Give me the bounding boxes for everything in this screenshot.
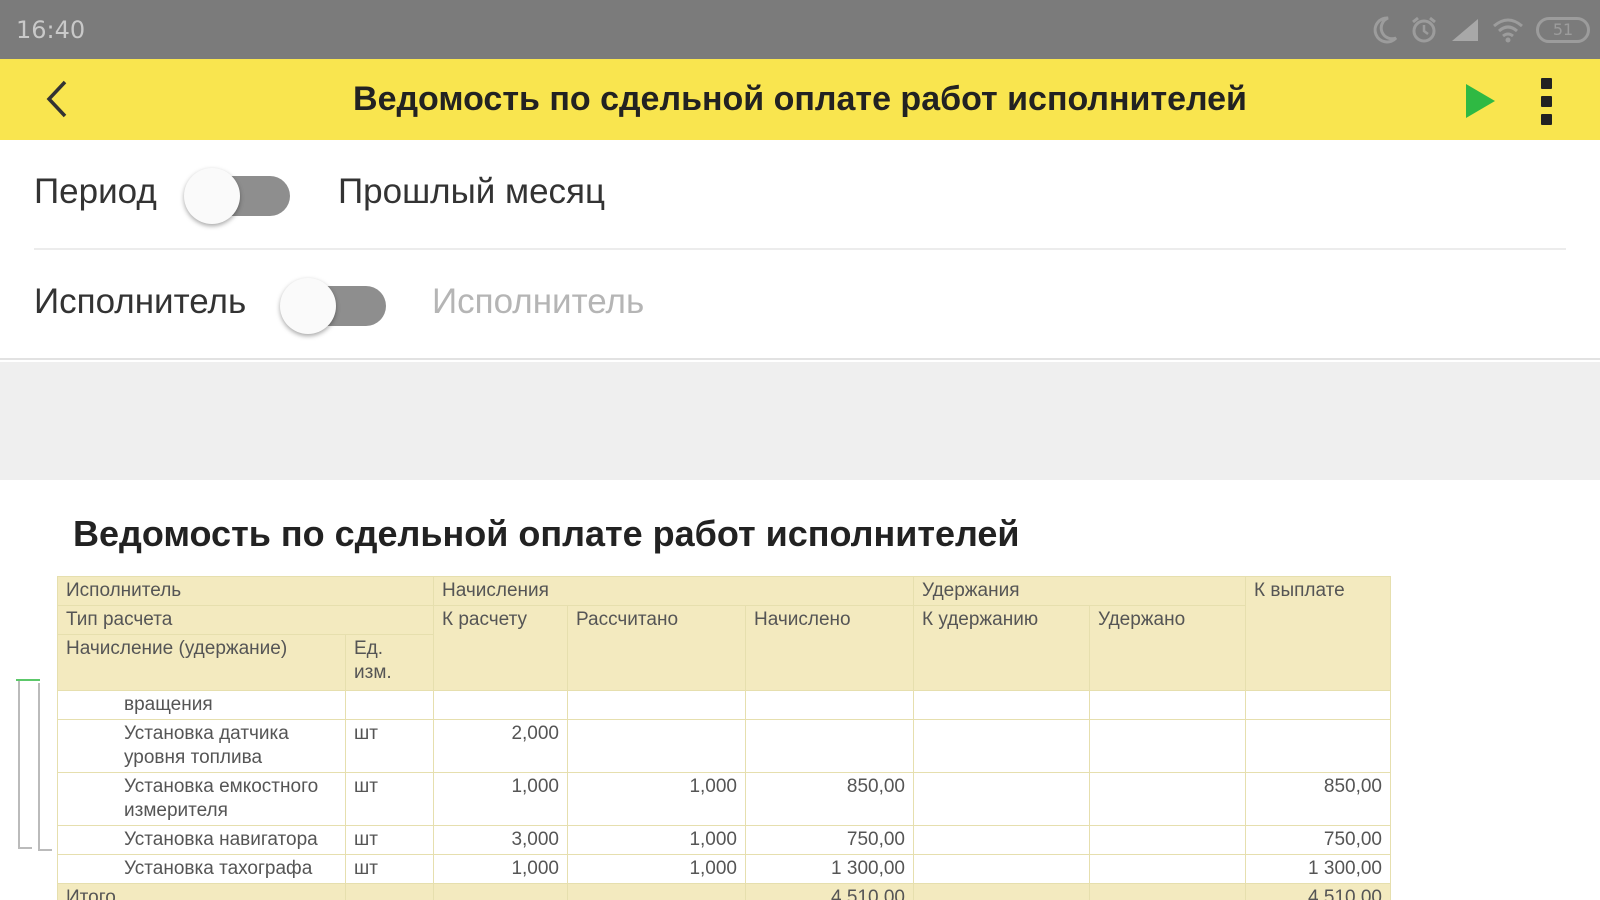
cell-calculated: [567, 690, 746, 720]
total-accrued: 4 510,00: [745, 883, 914, 900]
report-table: Исполнитель Начисления Удержания К выпла…: [57, 576, 1391, 900]
cell-name: Установка навигатора: [57, 825, 346, 855]
header-to-pay: К выплате: [1245, 576, 1391, 691]
cell-deducted: [1089, 719, 1246, 773]
signal-icon: [1450, 17, 1480, 43]
cell-deducted: [1089, 854, 1246, 884]
header-unit: Ед. изм.: [345, 634, 434, 691]
cell-to-pay: [1245, 690, 1391, 720]
cell-to-calc: [433, 690, 568, 720]
header-to-deduct: К удержанию: [913, 605, 1090, 691]
period-label: Период: [34, 172, 157, 211]
cell-name: Установка тахографа: [57, 854, 346, 884]
table-header-row: Исполнитель Начисления Удержания К выпла…: [57, 576, 1391, 691]
header-calculated: Рассчитано: [567, 605, 746, 691]
battery-icon: 51: [1536, 17, 1590, 43]
status-bar: 16:40 51: [0, 0, 1600, 59]
status-time: 16:40: [16, 16, 86, 44]
performer-label: Исполнитель: [34, 282, 247, 321]
cell-to-calc: 2,000: [433, 719, 568, 773]
total-label: Итого: [57, 883, 346, 900]
page-title: Ведомость по сдельной оплате работ испол…: [353, 80, 1247, 118]
report-output[interactable]: Ведомость по сдельной оплате работ испол…: [0, 480, 1600, 900]
table-row: Установка емкостного измерителя шт 1,000 1,…: [57, 772, 1391, 826]
cell-accrued: 850,00: [745, 772, 914, 826]
cell-calculated: 1,000: [567, 854, 746, 884]
more-vertical-icon: [1540, 77, 1552, 89]
back-button[interactable]: [30, 73, 86, 125]
cell-to-pay: 850,00: [1245, 772, 1391, 826]
app-bar: Ведомость по сдельной оплате работ испол…: [0, 59, 1600, 140]
cell-name: Установка датчика уровня топлива: [57, 719, 346, 773]
cell-unit: шт: [345, 772, 434, 826]
header-to-calc: К расчету: [433, 605, 568, 691]
cell-to-pay: 750,00: [1245, 825, 1391, 855]
cell-accrued: [745, 719, 914, 773]
table-row: Установка тахографа шт 1,000 1,000 1 300,00 1…: [57, 854, 1391, 884]
separator-area: [0, 362, 1600, 480]
header-calc-type: Тип расчета: [57, 605, 434, 635]
row-grouping-brackets[interactable]: [14, 679, 54, 859]
cell-to-deduct: [913, 772, 1090, 826]
alarm-icon: [1410, 16, 1438, 44]
table-row: вращения: [57, 690, 1391, 720]
cell-to-deduct: [913, 719, 1090, 773]
status-icons: 51: [1372, 14, 1590, 46]
moon-icon: [1372, 16, 1398, 44]
cell-to-deduct: [913, 825, 1090, 855]
period-value[interactable]: Прошлый месяц: [338, 172, 605, 212]
header-deductions: Удержания: [913, 576, 1246, 606]
cell-to-calc: 3,000: [433, 825, 568, 855]
cell-to-calc: 1,000: [433, 772, 568, 826]
cell-to-deduct: [913, 854, 1090, 884]
cell-to-deduct: [913, 690, 1090, 720]
cell-to-pay: [1245, 719, 1391, 773]
cell-unit: шт: [345, 854, 434, 884]
wifi-icon: [1492, 17, 1524, 43]
header-accrued: Начислено: [745, 605, 914, 691]
cell-accrued: [745, 690, 914, 720]
table-total-row: Итого 4 510,00 4 510,00: [57, 883, 1391, 900]
performer-filter-row: Исполнитель: [34, 250, 1566, 360]
header-accrual-deduction: Начисление (удержание): [57, 634, 346, 691]
cell-accrued: 1 300,00: [745, 854, 914, 884]
period-filter-row: Период Прошлый месяц: [34, 140, 1566, 250]
cell-to-calc: 1,000: [433, 854, 568, 884]
cell-accrued: 750,00: [745, 825, 914, 855]
cell-deducted: [1089, 690, 1246, 720]
cell-unit: [345, 690, 434, 720]
period-toggle[interactable]: [184, 168, 294, 224]
header-accruals: Начисления: [433, 576, 914, 606]
cell-deducted: [1089, 825, 1246, 855]
header-performer: Исполнитель: [57, 576, 434, 606]
more-menu-button[interactable]: [1528, 73, 1564, 129]
total-to-pay: 4 510,00: [1245, 883, 1391, 900]
cell-calculated: [567, 719, 746, 773]
run-report-button[interactable]: [1458, 79, 1502, 123]
cell-unit: шт: [345, 825, 434, 855]
report-title: Ведомость по сдельной оплате работ испол…: [73, 513, 1020, 554]
play-icon: [1466, 84, 1495, 118]
performer-input[interactable]: [432, 282, 832, 322]
cell-calculated: 1,000: [567, 825, 746, 855]
cell-to-pay: 1 300,00: [1245, 854, 1391, 884]
report-settings: Период Прошлый месяц Исполнитель: [0, 140, 1600, 360]
cell-unit: шт: [345, 719, 434, 773]
table-row: Установка датчика уровня топлива шт 2,000: [57, 719, 1391, 773]
header-deducted: Удержано: [1089, 605, 1246, 691]
cell-deducted: [1089, 772, 1246, 826]
performer-toggle[interactable]: [280, 278, 390, 334]
table-header-row: Тип расчета К расчету Рассчитано Начисле…: [57, 605, 1391, 691]
chevron-left-icon: [46, 80, 67, 118]
cell-name: вращения: [57, 690, 346, 720]
cell-name: Установка емкостного измерителя: [57, 772, 346, 826]
table-row: Установка навигатора шт 3,000 1,000 750,00 75…: [57, 825, 1391, 855]
cell-calculated: 1,000: [567, 772, 746, 826]
